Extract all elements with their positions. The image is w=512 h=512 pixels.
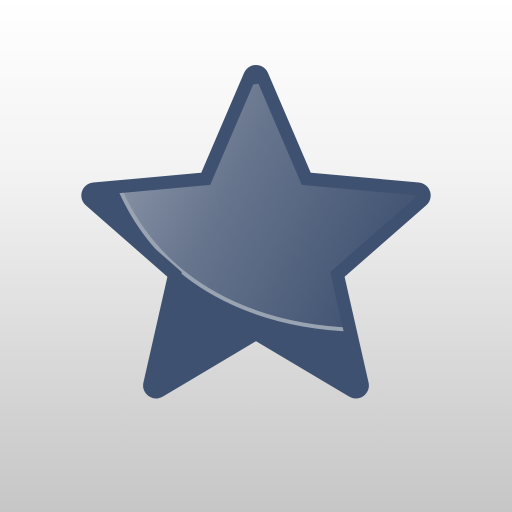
app-icon-canvas <box>0 0 512 512</box>
star-icon <box>0 0 512 512</box>
star-graphic <box>81 65 431 399</box>
